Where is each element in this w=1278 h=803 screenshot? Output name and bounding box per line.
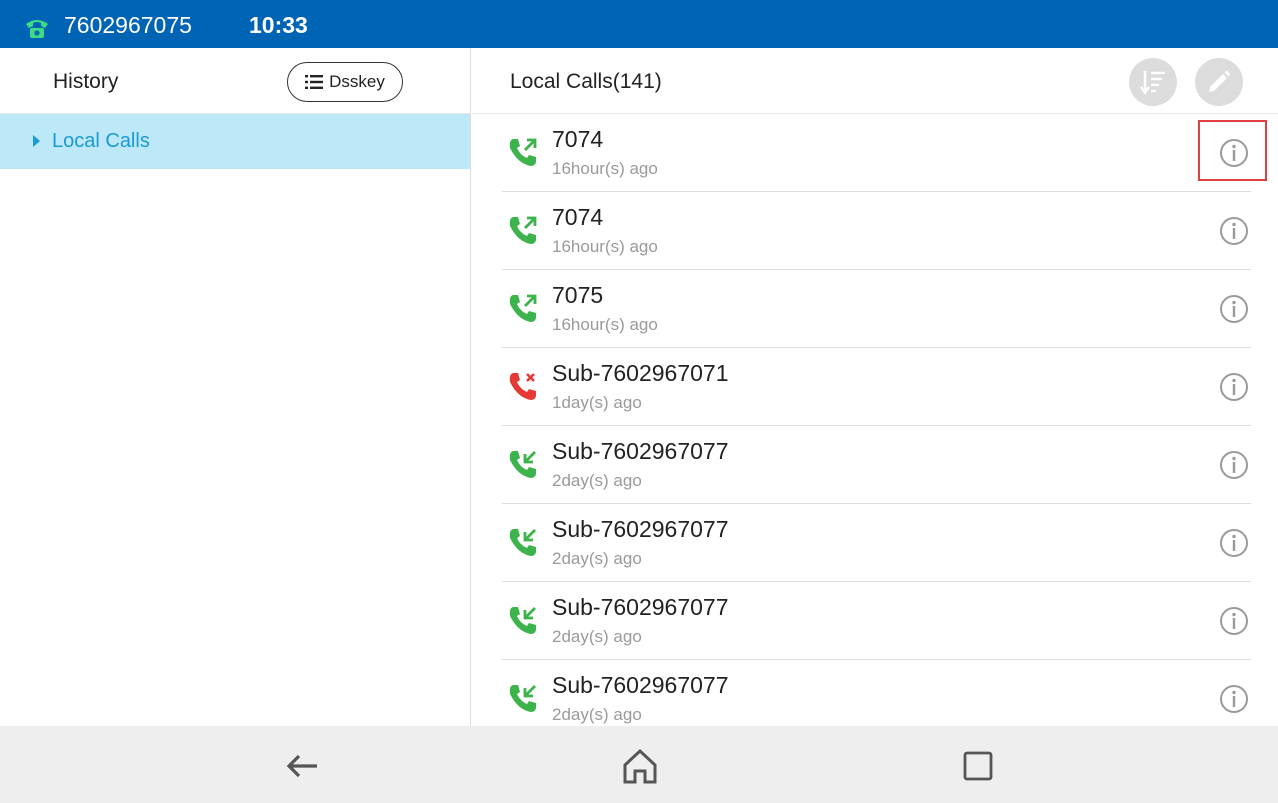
outgoing-call-icon xyxy=(509,216,537,244)
sort-icon xyxy=(1140,71,1165,95)
incoming-call-icon xyxy=(509,451,536,478)
sidebar-title: History xyxy=(53,70,119,93)
edit-button[interactable] xyxy=(1195,58,1243,106)
info-icon[interactable] xyxy=(1219,684,1249,714)
pencil-icon xyxy=(1209,70,1231,92)
call-contact-name: 7074 xyxy=(552,204,604,230)
clock: 10:33 xyxy=(249,12,308,38)
call-row[interactable]: Sub-7602967071 1day(s) ago xyxy=(502,348,1251,426)
sort-button[interactable] xyxy=(1129,58,1177,106)
call-contact-name: Sub-7602967077 xyxy=(552,438,729,464)
system-nav-bar xyxy=(0,726,1278,803)
info-icon[interactable] xyxy=(1219,450,1249,480)
call-row[interactable]: 7074 16hour(s) ago xyxy=(502,192,1251,270)
phone-icon xyxy=(26,20,48,38)
incoming-call-icon xyxy=(509,685,536,712)
call-row[interactable]: 7074 16hour(s) ago xyxy=(502,114,1267,192)
sidebar-item-label: Local Calls xyxy=(52,130,150,152)
info-icon[interactable] xyxy=(1219,138,1249,168)
call-time: 2day(s) ago xyxy=(552,471,642,490)
outgoing-call-icon xyxy=(509,138,537,166)
recent-apps-icon xyxy=(963,751,993,781)
back-arrow-icon xyxy=(286,754,317,778)
home-button[interactable] xyxy=(620,746,660,786)
history-sidebar: History Dsskey Local Calls xyxy=(0,48,471,726)
info-icon[interactable] xyxy=(1219,294,1249,324)
incoming-call-icon xyxy=(509,607,536,634)
call-list-header: Local Calls(141) xyxy=(472,48,1278,114)
call-row[interactable]: Sub-7602967077 2day(s) ago xyxy=(502,582,1251,660)
caret-right-icon xyxy=(33,135,40,147)
sidebar-header: History Dsskey xyxy=(0,48,470,114)
call-contact-name: Sub-7602967077 xyxy=(552,516,729,542)
incoming-call-icon xyxy=(509,529,536,556)
info-icon[interactable] xyxy=(1219,216,1249,246)
call-list-title: Local Calls(141) xyxy=(510,70,662,93)
info-icon[interactable] xyxy=(1219,372,1249,402)
info-icon[interactable] xyxy=(1219,528,1249,558)
call-time: 16hour(s) ago xyxy=(552,159,658,178)
call-contact-name: Sub-7602967077 xyxy=(552,594,729,620)
call-time: 16hour(s) ago xyxy=(552,237,658,256)
back-button[interactable] xyxy=(282,746,322,786)
call-contact-name: Sub-7602967071 xyxy=(552,360,729,386)
call-row[interactable]: Sub-7602967077 2day(s) ago xyxy=(502,504,1251,582)
call-time: 16hour(s) ago xyxy=(552,315,658,334)
call-history-panel: Local Calls(141) 7074 16hour(s) ago 7074 16… xyxy=(472,48,1278,738)
missed-call-icon xyxy=(509,373,536,400)
outgoing-call-icon xyxy=(509,294,537,322)
call-time: 2day(s) ago xyxy=(552,549,642,568)
recent-apps-button[interactable] xyxy=(958,746,998,786)
dsskey-button[interactable]: Dsskey xyxy=(287,62,403,102)
status-bar: 7602967075 10:33 xyxy=(0,0,1278,48)
call-row[interactable]: Sub-7602967077 2day(s) ago xyxy=(502,426,1251,504)
home-icon xyxy=(623,748,657,784)
call-list: 7074 16hour(s) ago 7074 16hour(s) ago 7075 16… xyxy=(502,114,1267,738)
sidebar-item-local-calls[interactable]: Local Calls xyxy=(0,114,470,169)
call-row[interactable]: 7075 16hour(s) ago xyxy=(502,270,1251,348)
list-icon xyxy=(305,75,324,89)
call-contact-name: 7074 xyxy=(552,126,604,152)
call-time: 1day(s) ago xyxy=(552,393,642,412)
info-icon[interactable] xyxy=(1219,606,1249,636)
account-extension: 7602967075 xyxy=(64,12,192,38)
call-contact-name: Sub-7602967077 xyxy=(552,672,729,698)
call-time: 2day(s) ago xyxy=(552,627,642,646)
call-contact-name: 7075 xyxy=(552,282,604,308)
dsskey-label: Dsskey xyxy=(329,72,385,91)
call-time: 2day(s) ago xyxy=(552,705,642,724)
